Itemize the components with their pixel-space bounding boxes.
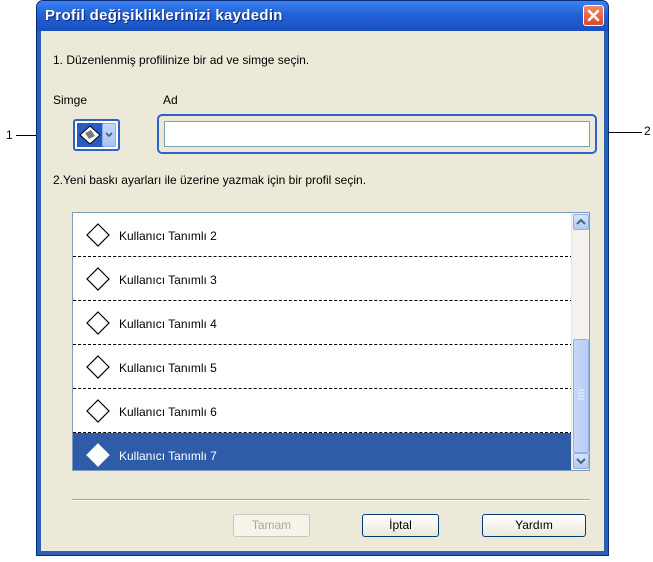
step1-instruction: 1. Düzenlenmiş profilinize bir ad ve sim… <box>53 53 310 67</box>
diamond-icon <box>86 311 110 335</box>
icon-label: Simge <box>53 93 88 107</box>
callout-1-label: 1 <box>6 128 13 142</box>
ok-button[interactable]: Tamam <box>233 514 310 537</box>
icon-dropdown-button[interactable] <box>102 123 116 147</box>
list-scrollbar[interactable] <box>571 213 589 470</box>
diamond-icon <box>79 125 101 145</box>
list-item[interactable]: Kullanıcı Tanımlı 6 <box>73 389 573 433</box>
scroll-up-button[interactable] <box>573 214 589 230</box>
chevron-down-icon <box>105 132 113 138</box>
list-item-label: Kullanıcı Tanımlı 2 <box>119 229 217 243</box>
list-item-label: Kullanıcı Tanımlı 4 <box>119 317 217 331</box>
grip-icon <box>578 389 584 400</box>
list-item-selected[interactable]: Kullanıcı Tanımlı 7 <box>73 433 573 470</box>
list-item[interactable]: Kullanıcı Tanımlı 2 <box>73 213 573 257</box>
dialog-window: Profil değişikliklerinizi kaydedin 1. Dü… <box>36 0 609 556</box>
diamond-icon <box>86 267 110 291</box>
step2-instruction: 2.Yeni baskı ayarları ile üzerine yazmak… <box>53 173 367 187</box>
profile-name-input[interactable] <box>164 121 590 147</box>
scroll-down-button[interactable] <box>573 453 589 469</box>
diamond-icon <box>86 223 110 247</box>
profile-list[interactable]: Kullanıcı Tanımlı 2 Kullanıcı Tanımlı 3 … <box>72 212 590 471</box>
list-item[interactable]: Kullanıcı Tanımlı 3 <box>73 257 573 301</box>
window-title: Profil değişikliklerinizi kaydedin <box>45 7 283 24</box>
close-button[interactable] <box>583 5 604 26</box>
cancel-button[interactable]: İptal <box>362 514 439 537</box>
title-bar: Profil değişikliklerinizi kaydedin <box>37 1 608 31</box>
diamond-icon <box>86 399 110 423</box>
list-item[interactable]: Kullanıcı Tanımlı 5 <box>73 345 573 389</box>
help-button[interactable]: Yardım <box>482 514 586 537</box>
callout-2-label: 2 <box>644 124 651 138</box>
arrow-down-icon <box>576 458 586 465</box>
list-item-label: Kullanıcı Tanımlı 6 <box>119 405 217 419</box>
list-item-label: Kullanıcı Tanımlı 5 <box>119 361 217 375</box>
diamond-icon <box>86 443 110 467</box>
diamond-icon <box>86 355 110 379</box>
list-item[interactable]: Kullanıcı Tanımlı 4 <box>73 301 573 345</box>
selected-icon-preview <box>77 123 103 147</box>
close-icon <box>587 9 600 22</box>
scroll-thumb[interactable] <box>573 339 589 453</box>
list-item-label: Kullanıcı Tanımlı 7 <box>119 449 217 463</box>
button-separator <box>72 499 590 501</box>
list-item-label: Kullanıcı Tanımlı 3 <box>119 273 217 287</box>
dialog-client-area: 1. Düzenlenmiş profilinize bir ad ve sim… <box>41 31 604 551</box>
name-field-highlight <box>157 114 597 154</box>
icon-select[interactable] <box>73 119 120 151</box>
arrow-up-icon <box>576 218 586 225</box>
name-label: Ad <box>163 93 178 107</box>
